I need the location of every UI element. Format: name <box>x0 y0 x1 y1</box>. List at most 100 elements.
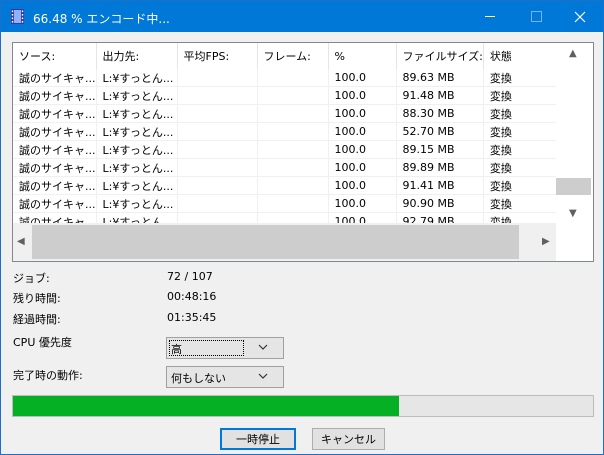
elapsed-time-value: 01:35:45 <box>167 311 217 324</box>
cell-source: 誠のサイキャ... <box>13 140 97 159</box>
chevron-down-icon <box>258 344 268 350</box>
cancel-button[interactable]: キャンセル <box>312 428 385 450</box>
cell-percent: 100.0 <box>328 194 397 213</box>
remaining-time-label: 残り時間: <box>13 292 61 305</box>
scroll-up-icon[interactable]: ▲ <box>569 48 577 59</box>
cell-file-size: 88.30 MB <box>396 104 484 123</box>
cell-frames <box>257 86 329 105</box>
cell-avg-fps <box>177 69 258 87</box>
cell-status: 変換 <box>483 86 564 105</box>
completion-action-select[interactable]: 何もしない <box>166 366 284 388</box>
cell-percent: 100.0 <box>328 69 397 87</box>
cell-status: 変換 <box>483 122 564 141</box>
cell-percent: 100.0 <box>328 122 397 141</box>
cell-percent: 100.0 <box>328 176 397 195</box>
cell-source: 誠のサイキャ... <box>13 69 97 87</box>
pause-button[interactable]: 一時停止 <box>220 428 296 450</box>
remaining-time-value: 00:48:16 <box>167 290 217 303</box>
job-value: 72 / 107 <box>167 270 213 283</box>
column-header-file-size[interactable]: ファイルサイズ: <box>396 43 484 69</box>
cell-percent: 100.0 <box>328 140 397 159</box>
cell-output: L:¥すっとん... <box>96 86 178 105</box>
cell-source: 誠のサイキャ... <box>13 194 97 213</box>
column-header-source[interactable]: ソース: <box>13 43 97 69</box>
cpu-priority-value: 高 <box>171 343 182 356</box>
cell-avg-fps <box>177 140 258 159</box>
cell-file-size: 91.41 MB <box>396 176 484 195</box>
completion-action-label: 完了時の動作: <box>13 369 83 382</box>
cell-avg-fps <box>177 86 258 105</box>
cell-file-size: 91.48 MB <box>396 86 484 105</box>
cell-status: 変換 <box>483 194 564 213</box>
close-icon <box>574 11 586 22</box>
cell-avg-fps <box>177 158 258 177</box>
scroll-down-icon[interactable]: ▼ <box>569 208 577 219</box>
cell-source: 誠のサイキャ... <box>13 122 97 141</box>
job-list[interactable]: ソース: 出力先: 平均FPS: フレーム: % ファイルサイズ: 状態 誠のサ… <box>12 42 594 262</box>
elapsed-time-label: 経過時間: <box>13 313 61 326</box>
cpu-priority-select[interactable]: 高 <box>166 337 284 359</box>
cell-frames <box>257 104 329 123</box>
vertical-scroll-thumb[interactable] <box>556 178 591 195</box>
cell-status: 変換 <box>483 104 564 123</box>
table-row[interactable]: 誠のサイキャ... L:¥すっとん... 100.0 89.15 MB 変換 <box>13 140 564 159</box>
cell-output: L:¥すっとん... <box>96 122 178 141</box>
cell-frames <box>257 140 329 159</box>
cell-percent: 100.0 <box>328 86 397 105</box>
cell-frames <box>257 122 329 141</box>
cell-status: 変換 <box>483 158 564 177</box>
cell-frames <box>257 176 329 195</box>
completion-action-value: 何もしない <box>171 372 226 385</box>
minimize-icon <box>485 16 495 17</box>
vertical-scrollbar[interactable] <box>556 43 591 261</box>
encode-progress-bar <box>12 395 594 417</box>
job-table: ソース: 出力先: 平均FPS: フレーム: % ファイルサイズ: 状態 誠のサ… <box>13 43 564 231</box>
cell-source: 誠のサイキャ... <box>13 86 97 105</box>
cell-output: L:¥すっとん... <box>96 104 178 123</box>
horizontal-scroll-thumb[interactable] <box>32 225 519 259</box>
maximize-button <box>513 1 559 32</box>
table-row[interactable]: 誠のサイキャ... L:¥すっとん... 100.0 89.63 MB 変換 <box>13 69 564 87</box>
cell-output: L:¥すっとん... <box>96 194 178 213</box>
table-row[interactable]: 誠のサイキャ... L:¥すっとん... 100.0 52.70 MB 変換 <box>13 122 564 141</box>
close-button[interactable] <box>557 1 603 32</box>
cell-avg-fps <box>177 122 258 141</box>
chevron-down-icon <box>258 373 268 379</box>
cell-frames <box>257 158 329 177</box>
cell-status: 変換 <box>483 69 564 87</box>
column-header-avg-fps[interactable]: 平均FPS: <box>177 43 258 69</box>
scroll-left-icon[interactable]: ◀ <box>17 236 25 247</box>
cell-output: L:¥すっとん... <box>96 158 178 177</box>
progress-fill <box>13 396 399 416</box>
cell-avg-fps <box>177 104 258 123</box>
table-row[interactable]: 誠のサイキャ... L:¥すっとん... 100.0 89.89 MB 変換 <box>13 158 564 177</box>
column-header-output[interactable]: 出力先: <box>96 43 178 69</box>
cpu-priority-label: CPU 優先度 <box>13 336 72 349</box>
cell-frames <box>257 194 329 213</box>
cell-avg-fps <box>177 194 258 213</box>
film-icon <box>11 9 24 24</box>
cell-status: 変換 <box>483 176 564 195</box>
encode-progress-window: 66.48 % エンコード中... ソース: 出力先: 平均FPS: フレーム:… <box>0 0 604 455</box>
column-header-status[interactable]: 状態 <box>483 43 564 69</box>
table-row[interactable]: 誠のサイキャ... L:¥すっとん... 100.0 91.41 MB 変換 <box>13 176 564 195</box>
table-row[interactable]: 誠のサイキャ... L:¥すっとん... 100.0 90.90 MB 変換 <box>13 194 564 213</box>
table-row[interactable]: 誠のサイキャ... L:¥すっとん... 100.0 88.30 MB 変換 <box>13 104 564 123</box>
cell-file-size: 90.90 MB <box>396 194 484 213</box>
table-row[interactable]: 誠のサイキャ... L:¥すっとん... 100.0 91.48 MB 変換 <box>13 86 564 105</box>
maximize-icon <box>530 11 542 22</box>
cell-file-size: 89.89 MB <box>396 158 484 177</box>
title-bar[interactable]: 66.48 % エンコード中... <box>1 1 603 32</box>
cell-output: L:¥すっとん... <box>96 140 178 159</box>
column-header-percent[interactable]: % <box>328 43 397 69</box>
cell-avg-fps <box>177 176 258 195</box>
column-header-frames[interactable]: フレーム: <box>257 43 329 69</box>
cell-source: 誠のサイキャ... <box>13 104 97 123</box>
cell-percent: 100.0 <box>328 104 397 123</box>
table-header-row: ソース: 出力先: 平均FPS: フレーム: % ファイルサイズ: 状態 <box>13 43 564 69</box>
cell-file-size: 52.70 MB <box>396 122 484 141</box>
cell-output: L:¥すっとん... <box>96 69 178 87</box>
minimize-button[interactable] <box>467 1 513 32</box>
scroll-right-icon[interactable]: ▶ <box>542 236 550 247</box>
cell-file-size: 89.63 MB <box>396 69 484 87</box>
